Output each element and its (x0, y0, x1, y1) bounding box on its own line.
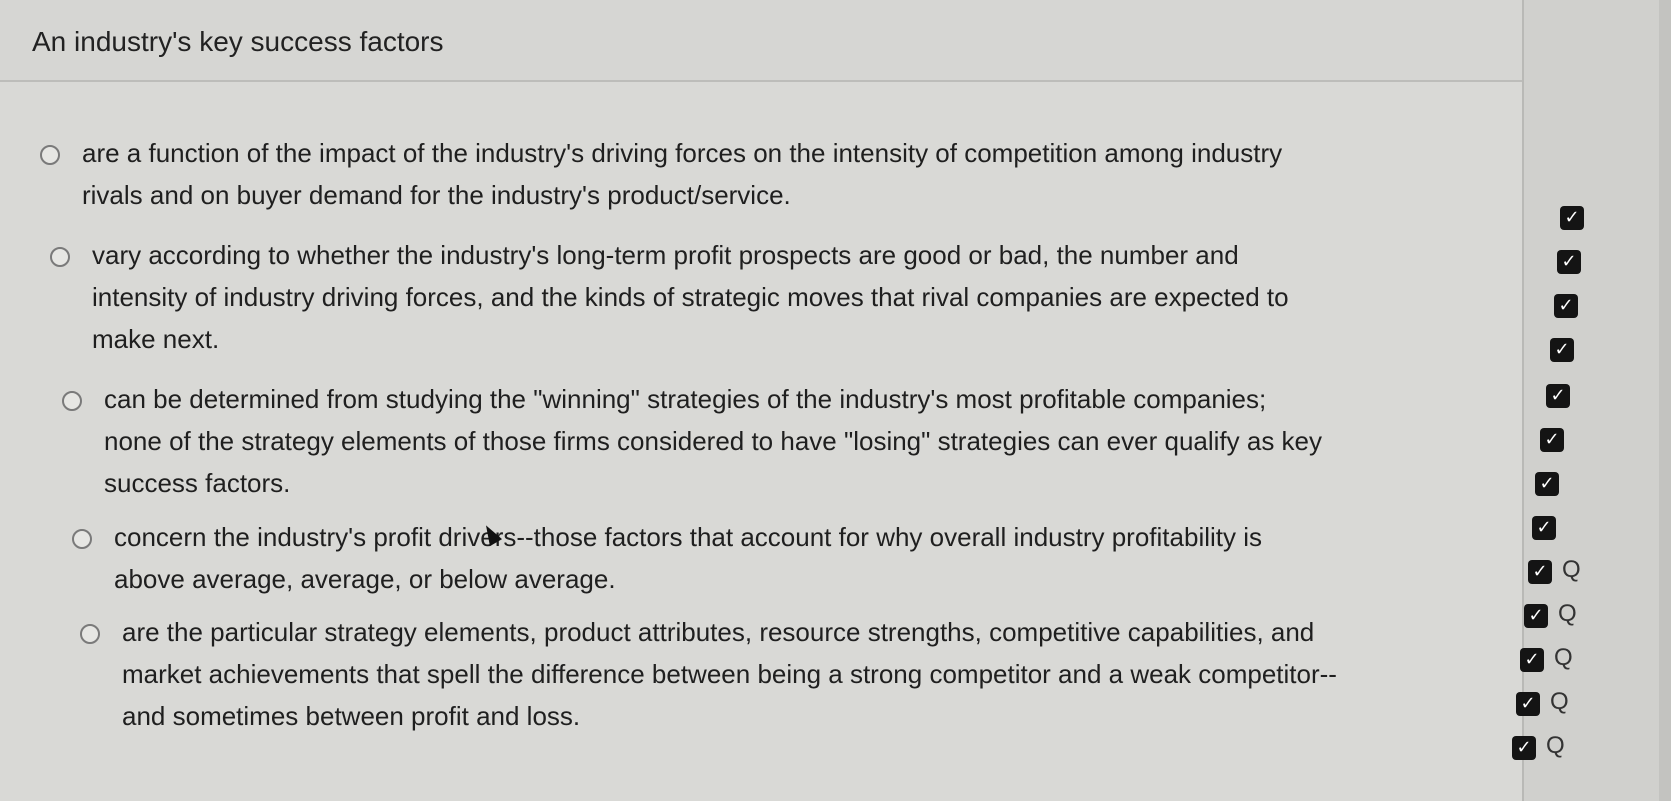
question-check-icon[interactable]: ✓ (1560, 206, 1584, 230)
answer-line: make next. (92, 324, 220, 354)
question-check-icon[interactable]: ✓ (1554, 294, 1578, 318)
radio-button[interactable] (62, 391, 82, 411)
answer-option-1[interactable]: are a function of the impact of the indu… (40, 138, 1282, 216)
answer-option-3[interactable]: can be determined from studying the "win… (62, 384, 1322, 504)
question-check-icon[interactable]: ✓ (1546, 384, 1570, 408)
answer-line: concern the industry's profit drivers--t… (114, 522, 1262, 552)
answer-line: none of the strategy elements of those f… (104, 426, 1323, 456)
answer-option-4[interactable]: concern the industry's profit drivers--t… (72, 522, 1262, 600)
answer-option-text: are a function of the impact of the indu… (82, 132, 1282, 216)
question-label[interactable]: Q (1550, 688, 1569, 716)
answer-option-2[interactable]: vary according to whether the industry's… (50, 240, 1289, 360)
answer-option-text: can be determined from studying the "win… (104, 378, 1322, 504)
answer-option-text: vary according to whether the industry's… (92, 234, 1289, 360)
question-check-icon[interactable]: ✓ (1520, 648, 1544, 672)
question-label[interactable]: Q (1554, 644, 1573, 672)
question-check-icon[interactable]: ✓ (1524, 604, 1548, 628)
answer-line: are a function of the impact of the indu… (82, 138, 1283, 168)
radio-button[interactable] (80, 624, 100, 644)
question-label[interactable]: Q (1546, 732, 1565, 760)
question-check-icon[interactable]: ✓ (1540, 428, 1564, 452)
question-navigator: ✓ ✓ ✓ ✓ ✓ ✓ ✓ ✓ ✓ ✓ ✓ ✓ ✓ Q Q Q Q Q (1512, 0, 1671, 801)
answer-line: can be determined from studying the "win… (104, 384, 1267, 414)
scrollbar-track[interactable] (1659, 0, 1671, 801)
answer-option-5[interactable]: are the particular strategy elements, pr… (80, 617, 1337, 737)
answer-line: rivals and on buyer demand for the indus… (82, 180, 791, 210)
answer-line: above average, average, or below average… (114, 564, 616, 594)
radio-button[interactable] (50, 247, 70, 267)
answer-line: are the particular strategy elements, pr… (122, 617, 1315, 647)
answer-line: market achievements that spell the diffe… (122, 659, 1337, 689)
radio-button[interactable] (72, 529, 92, 549)
answer-option-text: concern the industry's profit drivers--t… (114, 516, 1262, 600)
question-check-icon[interactable]: ✓ (1528, 560, 1552, 584)
question-check-icon[interactable]: ✓ (1535, 472, 1559, 496)
question-check-icon[interactable]: ✓ (1532, 516, 1556, 540)
question-label[interactable]: Q (1558, 600, 1577, 628)
radio-button[interactable] (40, 145, 60, 165)
answer-line: vary according to whether the industry's… (92, 240, 1239, 270)
answer-options: are a function of the impact of the indu… (0, 0, 1522, 801)
question-label[interactable]: Q (1562, 556, 1581, 584)
answer-line: success factors. (104, 468, 291, 498)
question-check-icon[interactable]: ✓ (1557, 250, 1581, 274)
question-check-icon[interactable]: ✓ (1512, 736, 1536, 760)
answer-line: intensity of industry driving forces, an… (92, 282, 1289, 312)
answer-line: and sometimes between profit and loss. (122, 701, 581, 731)
question-check-icon[interactable]: ✓ (1516, 692, 1540, 716)
answer-option-text: are the particular strategy elements, pr… (122, 611, 1337, 737)
question-check-icon[interactable]: ✓ (1550, 338, 1574, 362)
question-card: An industry's key success factors are a … (0, 0, 1524, 801)
